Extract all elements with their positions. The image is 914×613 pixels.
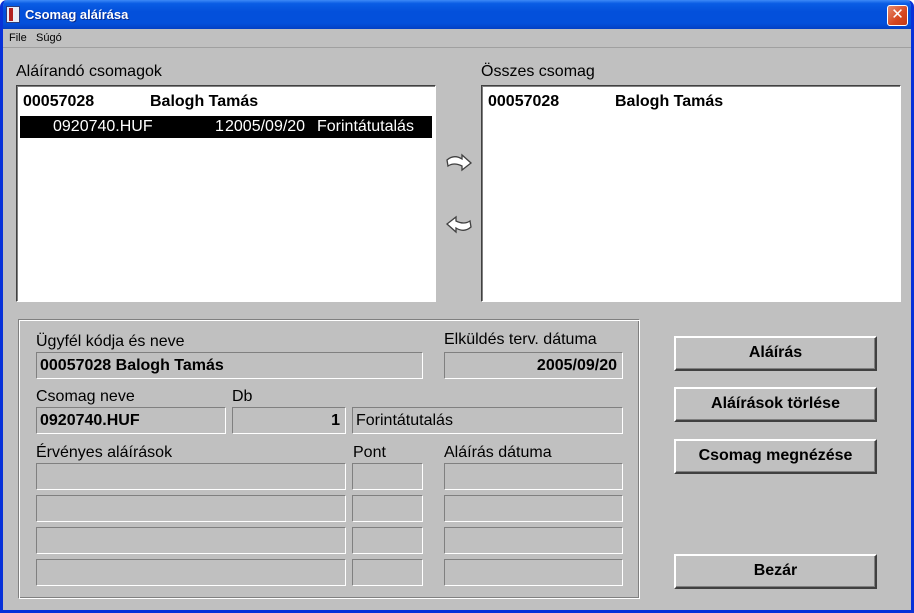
- delete-signatures-button[interactable]: Aláírások törlése: [674, 387, 877, 422]
- signature-name-field: [36, 463, 346, 490]
- signing-window: Csomag aláírása ✕ File Súgó Aláírandó cs…: [0, 0, 914, 613]
- sign-button[interactable]: Aláírás: [674, 336, 877, 371]
- list-item-selected[interactable]: 0920740.HUF 1 2005/09/20 Forintátutalás: [20, 116, 432, 138]
- arrow-left-icon: [445, 215, 472, 234]
- window-title: Csomag aláírása: [25, 7, 129, 22]
- menu-bar: File Súgó: [3, 29, 911, 48]
- list-item[interactable]: 00057028 Balogh Tamás: [20, 91, 432, 113]
- menu-file[interactable]: File: [9, 32, 27, 44]
- client-field: 00057028 Balogh Tamás: [36, 352, 423, 379]
- signature-name-field: [36, 495, 346, 522]
- pending-packages-label: Aláírandó csomagok: [16, 63, 162, 80]
- arrow-right-icon: [446, 153, 473, 172]
- pending-packages-list[interactable]: 00057028 Balogh Tamás 0920740.HUF 1 2005…: [16, 85, 436, 302]
- client-name: Balogh Tamás: [615, 93, 724, 110]
- package-file: 0920740.HUF: [53, 118, 153, 135]
- close-button[interactable]: Bezár: [674, 554, 877, 589]
- transfer-type-field: Forintátutalás: [352, 407, 623, 434]
- all-packages-label: Összes csomag: [481, 63, 595, 80]
- send-date-value: 2005/09/20: [536, 357, 617, 374]
- client-code: 00057028: [23, 93, 95, 110]
- signature-name-field: [36, 559, 346, 586]
- package-name-value: 0920740.HUF: [40, 412, 140, 429]
- signature-name-field: [36, 527, 346, 554]
- signature-date-field: [444, 463, 623, 490]
- signature-date-field: [444, 527, 623, 554]
- move-left-button[interactable]: [444, 212, 474, 236]
- app-book-icon: [6, 6, 20, 23]
- close-window-button[interactable]: ✕: [887, 5, 908, 26]
- signature-point-field: [352, 527, 423, 554]
- signature-date-field: [444, 559, 623, 586]
- send-date-field: 2005/09/20: [444, 352, 623, 379]
- client-name: Balogh Tamás: [150, 93, 259, 110]
- db-field: 1: [232, 407, 346, 434]
- package-details-group: Ügyfél kódja és neve 00057028 Balogh Tam…: [18, 319, 640, 599]
- package-date: 2005/09/20: [225, 118, 306, 135]
- valid-signatures-label: Érvényes aláírások: [36, 444, 173, 461]
- signature-date-label: Aláírás dátuma: [444, 444, 552, 461]
- db-label: Db: [232, 388, 253, 405]
- package-type: Forintátutalás: [317, 118, 414, 135]
- signature-point-field: [352, 463, 423, 490]
- signature-point-field: [352, 495, 423, 522]
- signature-date-field: [444, 495, 623, 522]
- all-packages-list[interactable]: 00057028 Balogh Tamás: [481, 85, 901, 302]
- point-label: Pont: [353, 444, 386, 461]
- transfer-type-value: Forintátutalás: [356, 412, 453, 429]
- title-bar[interactable]: Csomag aláírása ✕: [3, 0, 911, 29]
- package-name-field: 0920740.HUF: [36, 407, 226, 434]
- list-item[interactable]: 00057028 Balogh Tamás: [485, 91, 897, 113]
- send-date-label: Elküldés terv. dátuma: [444, 331, 597, 348]
- db-value: 1: [331, 412, 340, 429]
- package-name-label: Csomag neve: [36, 388, 135, 405]
- client-code: 00057028: [488, 93, 560, 110]
- client-value: 00057028 Balogh Tamás: [40, 357, 224, 374]
- view-package-button[interactable]: Csomag megnézése: [674, 439, 877, 474]
- menu-help[interactable]: Súgó: [36, 32, 62, 44]
- client-label: Ügyfél kódja és neve: [36, 333, 185, 350]
- signature-point-field: [352, 559, 423, 586]
- move-right-button[interactable]: [444, 151, 474, 175]
- package-count: 1: [215, 118, 224, 135]
